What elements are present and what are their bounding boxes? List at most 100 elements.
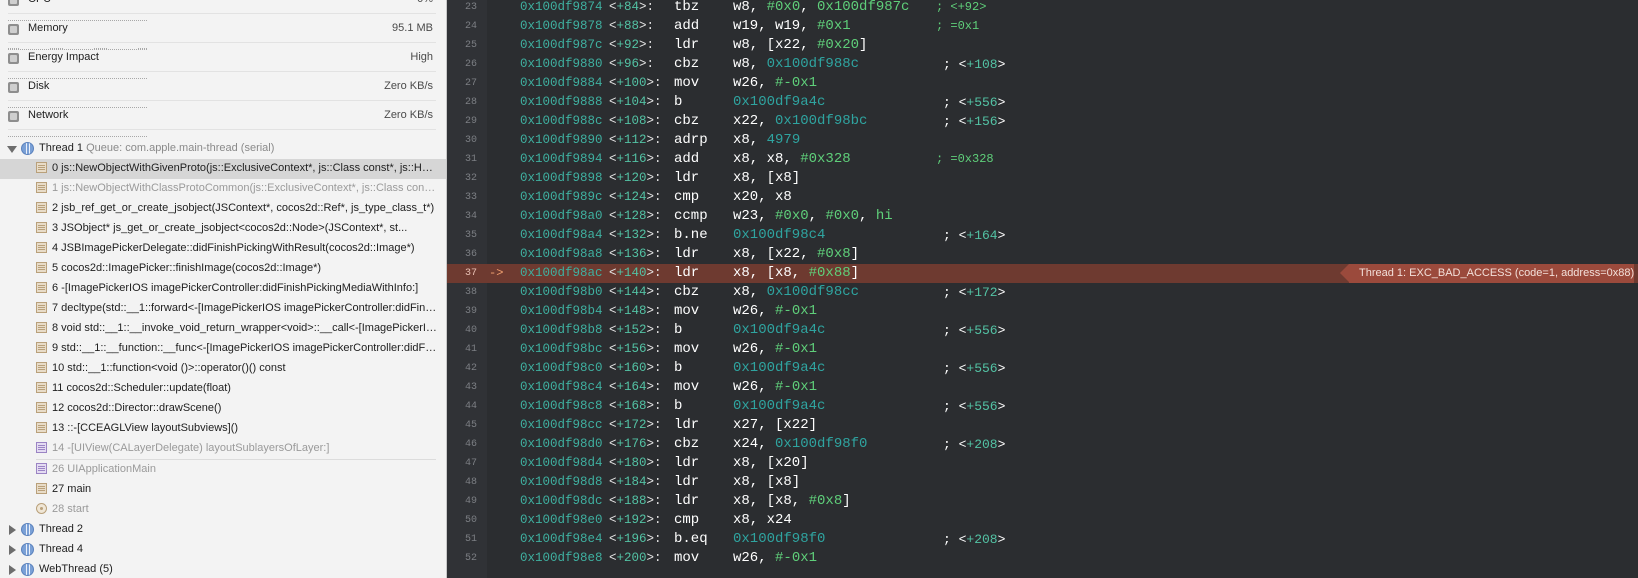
thread-label: Thread 2	[39, 523, 84, 535]
disassembly-line[interactable]: 38 0x100df98b0 <+144>: cbz x8, 0x100df98cc ; …	[447, 283, 1638, 302]
line-number: 31	[464, 154, 477, 165]
disassembly-line[interactable]: 48 0x100df98d8 <+184>: ldr x8, [x8]	[447, 473, 1638, 492]
stack-frame-row[interactable]: 13 ::-[CCEAGLView layoutSubviews]()	[0, 419, 446, 439]
stack-frame-row[interactable]: 27 main	[0, 480, 446, 500]
disassembly-line[interactable]: 27 0x100df9884 <+100>: mov w26, #-0x1	[447, 74, 1638, 93]
gauge-memory[interactable]: Memory 95.1 MB	[0, 22, 446, 52]
current-instruction-line[interactable]: 37 -> 0x100df98ac <+140>: ldr x8, [x8, #0x88]…	[447, 264, 1638, 283]
branch-offset: +108	[966, 57, 998, 72]
instruction-offset: <+188>:	[609, 494, 662, 508]
disassembly-line[interactable]: 28 0x100df9888 <+104>: b 0x100df9a4c ; <+556>	[447, 93, 1638, 112]
disassembly-line[interactable]: 43 0x100df98c4 <+164>: mov w26, #-0x1	[447, 378, 1638, 397]
gauge-value: Zero KB/s	[384, 80, 433, 92]
stack-frame-icon	[36, 483, 47, 494]
thread-row[interactable]: WebThread (5)	[0, 560, 446, 578]
instruction-mnemonic: ldr	[674, 493, 700, 509]
gauge-network[interactable]: Network Zero KB/s	[0, 109, 446, 139]
immediate-operand: #0x1	[817, 18, 851, 34]
gauge-cpu[interactable]: CPU 0%	[0, 0, 446, 23]
disclosure-closed-icon[interactable]	[9, 545, 16, 555]
instruction-operands: w8, 0x100df988c	[733, 56, 860, 72]
disassembly-line[interactable]: 52 0x100df98e8 <+200>: mov w26, #-0x1	[447, 549, 1638, 568]
stack-frame-row[interactable]: 9 std::__1::__function::__func<-[ImagePi…	[0, 339, 446, 359]
instruction-operands: x8, 4979	[733, 132, 801, 148]
stack-frame-label: 2 jsb_ref_get_or_create_jsobject(JSConte…	[52, 202, 435, 214]
immediate-operand: #-0x1	[775, 550, 818, 566]
instruction-address: 0x100df9884	[520, 76, 603, 90]
disassembly-line[interactable]: 36 0x100df98a8 <+136>: ldr x8, [x22, #0x8]	[447, 245, 1638, 264]
stack-frame-row[interactable]: 3 JSObject* js_get_or_create_jsobject<co…	[0, 219, 446, 239]
offset-value: +128	[616, 209, 647, 223]
disassembly-line[interactable]: 26 0x100df9880 <+96>: cbz w8, 0x100df988c ; <…	[447, 55, 1638, 74]
offset-value: +192	[616, 513, 647, 527]
offset-value: +120	[616, 171, 647, 185]
thread-row[interactable]: Thread 2	[0, 520, 446, 540]
disassembly-line[interactable]: 33 0x100df989c <+124>: cmp x20, x8	[447, 188, 1638, 207]
line-number: 51	[464, 534, 477, 545]
gauge-energy-impact[interactable]: Energy Impact High	[0, 51, 446, 81]
stack-frame-label: 6 -[ImagePickerIOS imagePickerController…	[52, 282, 419, 294]
memory-gauge-icon	[7, 23, 20, 36]
gauge-disk[interactable]: Disk Zero KB/s	[0, 80, 446, 110]
disassembly-line[interactable]: 44 0x100df98c8 <+168>: b 0x100df9a4c ; <+556>	[447, 397, 1638, 416]
disassembly-line[interactable]: 25 0x100df987c <+92>: ldr w8, [x22, #0x20]	[447, 36, 1638, 55]
disassembly-line[interactable]: 24 0x100df9878 <+88>: add w19, w19, #0x1 ; =0…	[447, 17, 1638, 36]
disclosure-closed-icon[interactable]	[9, 525, 16, 535]
offset-value: +100	[616, 76, 647, 90]
instruction-operands: w26, #-0x1	[733, 303, 818, 319]
line-number: 33	[464, 192, 477, 203]
disassembly-line[interactable]: 39 0x100df98b4 <+148>: mov w26, #-0x1	[447, 302, 1638, 321]
immediate-operand: #-0x1	[775, 379, 818, 395]
stack-frame-row[interactable]: 1 js::NewObjectWithClassProtoCommon(js::…	[0, 179, 446, 199]
instruction-offset: <+88>:	[609, 19, 655, 33]
disassembly-line[interactable]: 34 0x100df98a0 <+128>: ccmp w23, #0x0, #0x0,…	[447, 207, 1638, 226]
stack-frame-row[interactable]: 4 JSBImagePickerDelegate::didFinishPicki…	[0, 239, 446, 259]
network-gauge-icon	[7, 110, 20, 123]
instruction-offset: <+144>:	[609, 285, 662, 299]
disclosure-closed-icon[interactable]	[9, 565, 16, 575]
stack-frame-row[interactable]: 5 cocos2d::ImagePicker::finishImage(coco…	[0, 259, 446, 279]
disassembly-line[interactable]: 46 0x100df98d0 <+176>: cbz x24, 0x100df98f0;…	[447, 435, 1638, 454]
stack-frame-row[interactable]: 0 js::NewObjectWithGivenProto(js::Exclus…	[0, 159, 446, 179]
disassembly-line[interactable]: 23 0x100df9874 <+84>: tbz w8, #0x0, 0x100df9…	[447, 0, 1638, 17]
thread-row-main[interactable]: Thread 1 Queue: com.apple.main-thread (s…	[0, 139, 446, 159]
stack-frame-row[interactable]: 2 jsb_ref_get_or_create_jsobject(JSConte…	[0, 199, 446, 219]
disclosure-open-icon[interactable]	[7, 146, 17, 153]
line-number: 34	[464, 211, 477, 222]
instruction-address: 0x100df98a4	[520, 228, 603, 242]
instruction-mnemonic: mov	[674, 550, 700, 566]
disassembly-line[interactable]: 41 0x100df98bc <+156>: mov w26, #-0x1	[447, 340, 1638, 359]
disassembly-line[interactable]: 47 0x100df98d4 <+180>: ldr x8, [x20]	[447, 454, 1638, 473]
stack-frame-row[interactable]: 28 start	[0, 500, 446, 520]
disassembly-line[interactable]: 31 0x100df9894 <+116>: add x8, x8, #0x328 ; =…	[447, 150, 1638, 169]
stack-frame-row[interactable]: 11 cocos2d::Scheduler::update(float)	[0, 379, 446, 399]
disassembly-line[interactable]: 45 0x100df98cc <+172>: ldr x27, [x22]	[447, 416, 1638, 435]
stack-frame-row[interactable]: 14 -[UIView(CALayerDelegate) layoutSubla…	[0, 439, 446, 459]
disassembly-line[interactable]: 40 0x100df98b8 <+152>: b 0x100df9a4c ; <+556>	[447, 321, 1638, 340]
disassembly-line[interactable]: 50 0x100df98e0 <+192>: cmp x8, x24	[447, 511, 1638, 530]
instruction-operands: x8, x8, #0x328	[733, 151, 851, 167]
disassembly-line[interactable]: 29 0x100df988c <+108>: cbz x22, 0x100df98bc;…	[447, 112, 1638, 131]
thread-row[interactable]: Thread 4	[0, 540, 446, 560]
disassembly-line[interactable]: 51 0x100df98e4 <+196>: b.eq 0x100df98f0 ; <+2…	[447, 530, 1638, 549]
stack-frame-row[interactable]: 6 -[ImagePickerIOS imagePickerController…	[0, 279, 446, 299]
instruction-mnemonic: mov	[674, 341, 700, 357]
instruction-operands: 0x100df9a4c	[733, 359, 825, 378]
instruction-mnemonic: b	[674, 322, 683, 338]
disassembly-line[interactable]: 30 0x100df9890 <+112>: adrp x8, 4979	[447, 131, 1638, 150]
exception-annotation[interactable]: Thread 1: EXC_BAD_ACCESS (code=1, addres…	[1339, 264, 1635, 283]
branch-target-comment: ; <+556>	[943, 361, 1006, 376]
instruction-offset: <+176>:	[609, 437, 662, 451]
stack-frame-row[interactable]: 8 void std::__1::__invoke_void_return_wr…	[0, 319, 446, 339]
stack-frame-row[interactable]: 10 std::__1::function<void ()>::operator…	[0, 359, 446, 379]
stack-frame-row[interactable]: 26 UIApplicationMain	[0, 460, 446, 480]
stack-frame-row[interactable]: 12 cocos2d::Director::drawScene()	[0, 399, 446, 419]
cpu-gauge-icon	[7, 0, 20, 7]
stack-frame-row[interactable]: 7 decltype(std::__1::forward<-[ImagePick…	[0, 299, 446, 319]
disassembly-line[interactable]: 35 0x100df98a4 <+132>: b.ne 0x100df98c4 ; <+1…	[447, 226, 1638, 245]
disassembly-line[interactable]: 42 0x100df98c0 <+160>: b 0x100df9a4c ; <+556>	[447, 359, 1638, 378]
offset-value: +172	[616, 418, 647, 432]
program-counter-arrow[interactable]: ->	[489, 264, 503, 283]
disassembly-line[interactable]: 49 0x100df98dc <+188>: ldr x8, [x8, #0x8]	[447, 492, 1638, 511]
disassembly-line[interactable]: 32 0x100df9898 <+120>: ldr x8, [x8]	[447, 169, 1638, 188]
